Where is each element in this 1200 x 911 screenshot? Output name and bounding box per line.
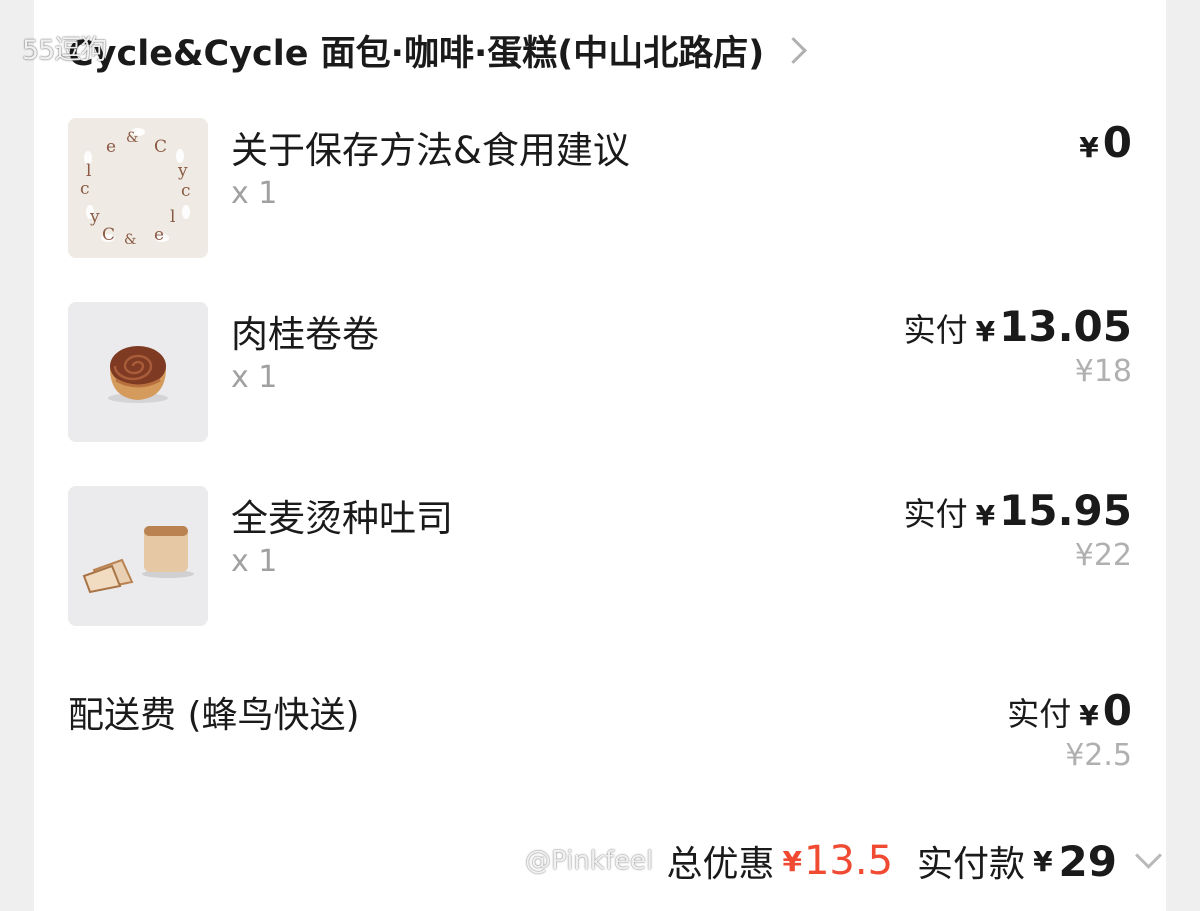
- watermark-top: 55逗狗: [22, 35, 107, 66]
- chevron-right-icon: [780, 36, 808, 64]
- original-price: ¥22: [1074, 538, 1132, 573]
- cinnamon-roll-icon: [108, 346, 168, 403]
- store-header[interactable]: Cycle&Cycle 面包·咖啡·蛋糕(中山北路店): [68, 24, 808, 76]
- item-name: 肉桂卷卷: [231, 313, 379, 356]
- paid-label: 实付: [1007, 695, 1072, 733]
- item-price: 实付 ¥ 13.05: [904, 302, 1132, 351]
- delivery-price: 实付 ¥ 0: [1007, 686, 1132, 735]
- order-item[interactable]: 肉桂卷卷 x 1 实付 ¥ 13.05 ¥18: [68, 302, 1132, 442]
- item-quantity: x 1: [231, 544, 278, 579]
- total-paid-value: 29: [1058, 836, 1117, 886]
- svg-text:y: y: [89, 207, 100, 227]
- svg-text:C: C: [102, 225, 115, 245]
- toast-thumbnail: [68, 486, 208, 626]
- item-price: 实付 ¥ 15.95: [904, 486, 1132, 535]
- delivery-fee-label: 配送费 (蜂鸟快送): [68, 695, 360, 736]
- svg-text:e: e: [154, 225, 164, 245]
- total-currency: ¥: [1033, 844, 1053, 878]
- discount-currency: ¥: [782, 844, 802, 878]
- svg-text:y: y: [177, 161, 188, 181]
- brand-logo-thumbnail: e & C l c y c y C & e l: [68, 118, 208, 258]
- order-item[interactable]: e & C l c y c y C & e l 关于保存方法&食用建议 x 1 …: [68, 118, 1132, 258]
- watermark-bottom: @Pinkfeel: [525, 846, 654, 876]
- item-price: ¥ 0: [1079, 118, 1132, 167]
- currency-symbol: ¥: [1079, 699, 1099, 732]
- svg-text:c: c: [80, 179, 90, 199]
- svg-text:&: &: [126, 130, 138, 146]
- total-paid-label: 实付款: [917, 844, 1026, 885]
- currency-symbol: ¥: [1079, 131, 1099, 164]
- delivery-fee-row: 配送费 (蜂鸟快送) 实付 ¥ 0 ¥2.5: [68, 686, 1132, 786]
- order-item[interactable]: 全麦烫种吐司 x 1 实付 ¥ 15.95 ¥22: [68, 486, 1132, 626]
- total-discount-value: 13.5: [803, 838, 894, 884]
- original-price: ¥18: [1074, 354, 1132, 389]
- svg-text:C: C: [154, 137, 167, 157]
- svg-text:l: l: [170, 207, 175, 227]
- paid-amount: 15.95: [999, 486, 1132, 535]
- svg-text:e: e: [106, 137, 116, 157]
- item-quantity: x 1: [231, 176, 278, 211]
- cinnamon-roll-thumbnail: [68, 302, 208, 442]
- total-discount-label: 总优惠: [666, 844, 775, 885]
- svg-text:&: &: [124, 232, 136, 248]
- paid-amount: 0: [1102, 118, 1132, 167]
- item-name: 全麦烫种吐司: [231, 497, 453, 540]
- paid-label: 实付: [903, 311, 968, 349]
- cycle-logo-icon: e & C l c y c y C & e l: [80, 128, 191, 248]
- item-name: 关于保存方法&食用建议: [231, 129, 630, 172]
- toast-bread-icon: [82, 526, 194, 594]
- paid-amount: 13.05: [999, 302, 1132, 351]
- chevron-down-icon[interactable]: [1135, 841, 1162, 869]
- item-quantity: x 1: [231, 360, 278, 395]
- svg-text:c: c: [181, 181, 191, 201]
- store-name: Cycle&Cycle 面包·咖啡·蛋糕(中山北路店): [68, 33, 765, 74]
- currency-symbol: ¥: [975, 315, 996, 348]
- currency-symbol: ¥: [975, 499, 996, 532]
- paid-amount: 0: [1102, 686, 1132, 735]
- order-summary[interactable]: 总优惠 ¥ 13.5 实付款 ¥ 29: [666, 834, 1166, 888]
- original-price: ¥2.5: [1065, 738, 1132, 773]
- svg-text:l: l: [86, 161, 91, 181]
- paid-label: 实付: [903, 495, 968, 533]
